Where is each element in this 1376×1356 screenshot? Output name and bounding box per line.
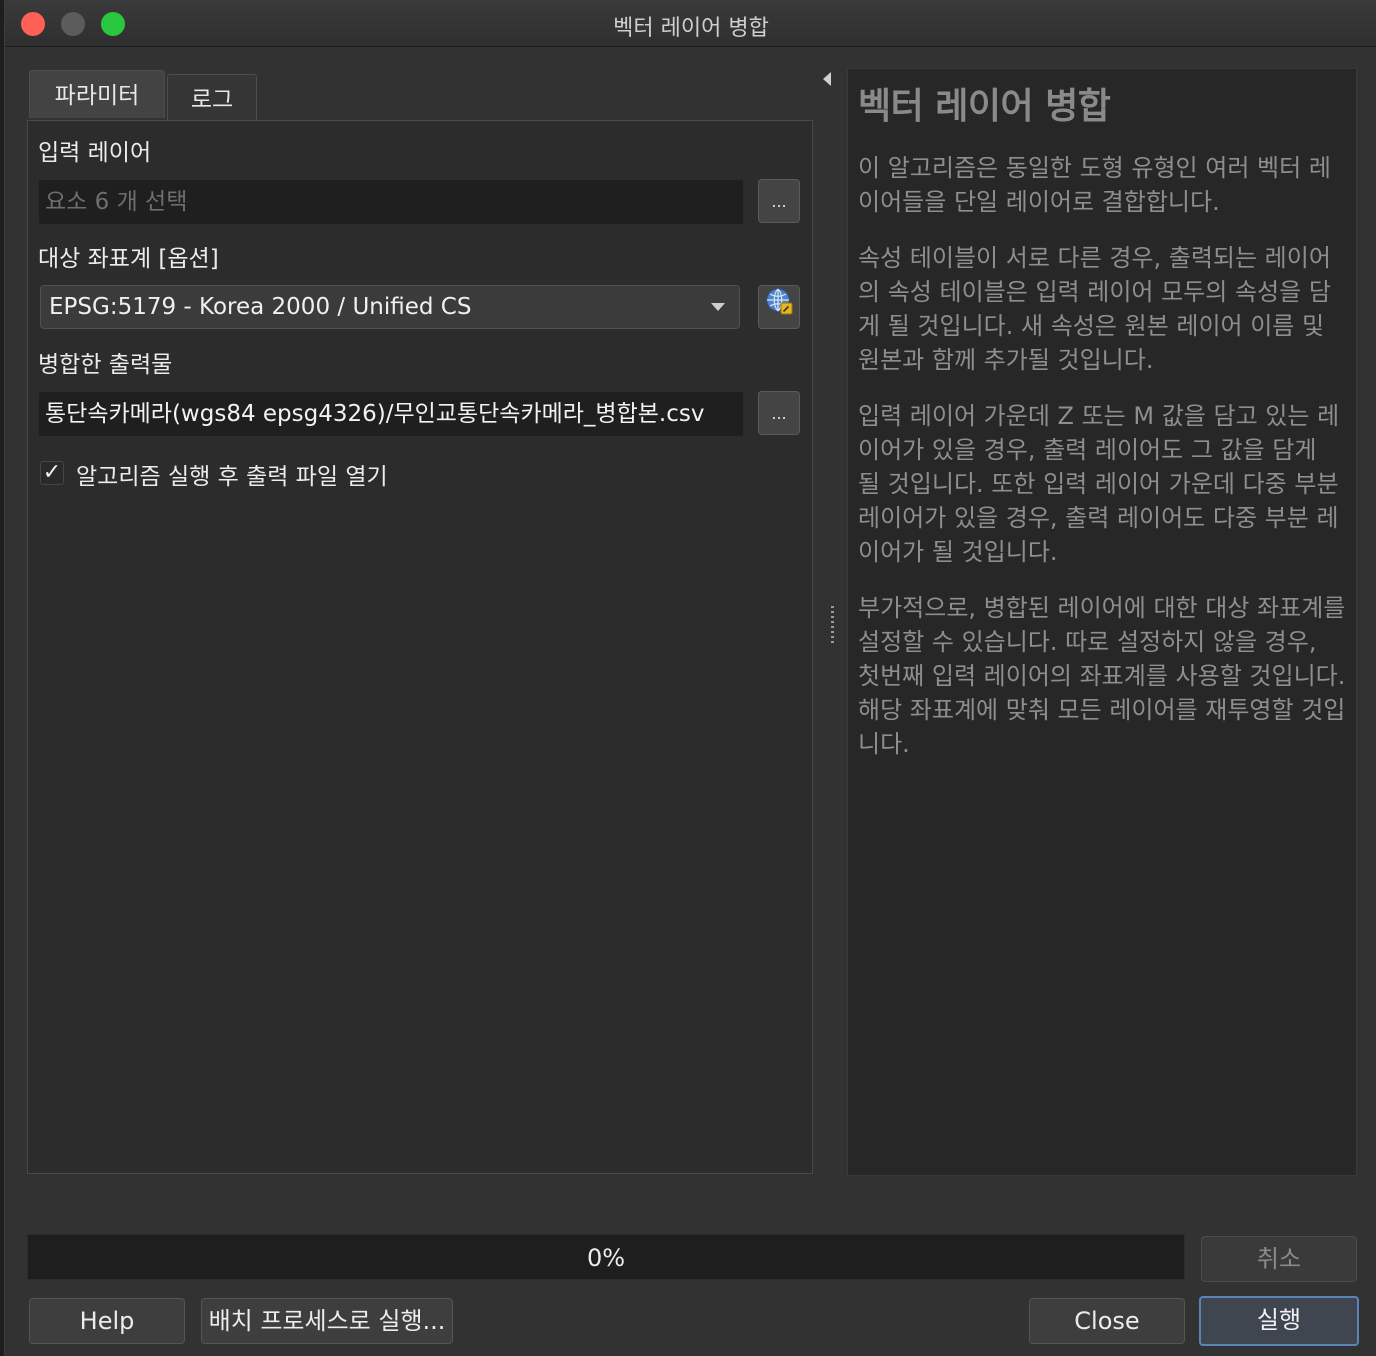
tab-parameters[interactable]: 파라미터 bbox=[29, 70, 165, 118]
output-file-field[interactable]: 통단속카메라(wgs84 epsg4326)/무인교통단속카메라_병합본.csv bbox=[38, 391, 744, 437]
batch-process-button[interactable]: 배치 프로세스로 실행... bbox=[201, 1298, 453, 1344]
open-output-label: 알고리즘 실행 후 출력 파일 열기 bbox=[76, 464, 388, 490]
window-title: 벡터 레이어 병합 bbox=[613, 16, 769, 41]
parameters-panel: 입력 레이어 요소 6 개 선택 ... 대상 좌표계 [옵션] EPSG:51… bbox=[27, 120, 813, 1174]
help-paragraph: 부가적으로, 병합된 레이어에 대한 대상 좌표계를 설정할 수 있습니다. 따… bbox=[858, 594, 1346, 758]
progress-bar: 0% bbox=[27, 1234, 1185, 1280]
collapse-left-icon[interactable] bbox=[823, 72, 831, 86]
cancel-button[interactable]: 취소 bbox=[1201, 1236, 1357, 1282]
help-paragraph: 속성 테이블이 서로 다른 경우, 출력되는 레이어의 속성 테이블은 입력 레… bbox=[858, 244, 1331, 374]
run-button[interactable]: 실행 bbox=[1199, 1296, 1359, 1346]
help-paragraph: 입력 레이어 가운데 Z 또는 M 값을 담고 있는 레이어가 있을 경우, 출… bbox=[858, 402, 1340, 566]
output-file-value: 통단속카메라(wgs84 epsg4326)/무인교통단속카메라_병합본.csv bbox=[45, 401, 705, 427]
help-title: 벡터 레이어 병합 bbox=[858, 86, 1111, 127]
globe-icon bbox=[764, 288, 794, 320]
input-layer-field[interactable]: 요소 6 개 선택 bbox=[38, 179, 744, 225]
output-browse-button[interactable]: ... bbox=[758, 391, 800, 435]
input-layer-label: 입력 레이어 bbox=[38, 140, 152, 166]
help-paragraph: 이 알고리즘은 동일한 도형 유형인 여러 벡터 레이어들을 단일 레이어로 결… bbox=[858, 154, 1331, 216]
crs-selector-button[interactable] bbox=[758, 285, 800, 329]
title-bar: 벡터 레이어 병합 bbox=[5, 0, 1376, 47]
help-button[interactable]: Help bbox=[29, 1298, 185, 1344]
chevron-down-icon bbox=[711, 303, 725, 311]
dialog-window: 벡터 레이어 병합 파라미터 로그 입력 레이어 요소 6 개 선택 ... 대… bbox=[4, 0, 1376, 1356]
tab-log[interactable]: 로그 bbox=[167, 74, 257, 120]
help-panel: 벡터 레이어 병합 이 알고리즘은 동일한 도형 유형인 여러 벡터 레이어들을… bbox=[847, 68, 1357, 1176]
input-layer-browse-button[interactable]: ... bbox=[758, 179, 800, 223]
crs-select-value: EPSG:5179 - Korea 2000 / Unified CS bbox=[49, 294, 472, 320]
splitter-handle[interactable] bbox=[831, 606, 834, 646]
crs-label: 대상 좌표계 [옵션] bbox=[38, 246, 219, 272]
open-output-checkbox[interactable]: ✓ bbox=[40, 461, 64, 485]
output-label: 병합한 출력물 bbox=[38, 352, 173, 378]
crs-select[interactable]: EPSG:5179 - Korea 2000 / Unified CS bbox=[40, 285, 740, 329]
close-button[interactable]: Close bbox=[1029, 1298, 1185, 1344]
progress-text: 0% bbox=[586, 1244, 626, 1272]
